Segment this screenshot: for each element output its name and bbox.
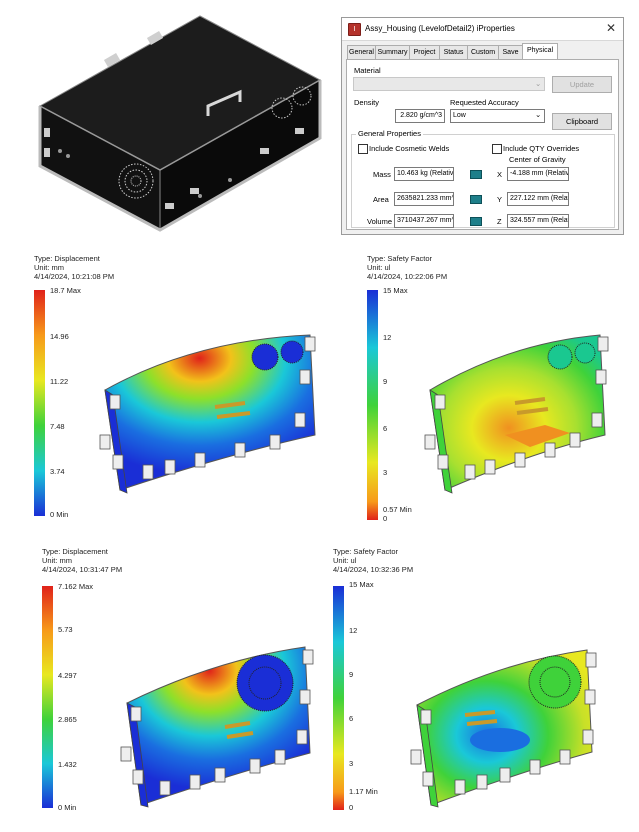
cosmetic-welds-checkbox[interactable] [358,144,368,154]
legend-tick: 0 Min [50,510,69,519]
legend-tick: 0 [349,803,354,812]
legend-tick: 7.48 [50,422,65,431]
result-type: Type: Safety Factor [367,254,433,263]
result-timestamp: 4/14/2024, 10:31:47 PM [42,565,123,574]
result-unit: Unit: mm [42,556,72,565]
iproperties-dialog: I Assy_Housing (LevelofDetail2) iPropert… [341,17,624,235]
cog-x-label: X [497,170,503,179]
area-label: Area [373,195,389,204]
legend-bar [367,290,378,520]
clipboard-button[interactable]: Clipboard [552,113,612,130]
close-icon[interactable]: ✕ [606,21,616,35]
cog-z-label: Z [497,217,502,226]
tab-physical[interactable]: Physical [522,43,558,60]
result-unit: Unit: ul [333,556,357,565]
tab-project[interactable]: Project [409,45,440,59]
legend-tick: 0.57 Min [383,505,412,514]
tab-general[interactable]: General [347,45,376,59]
legend-tick: 2.865 [58,715,77,724]
legend-tick: 0 [383,514,388,523]
legend-tick: 3 [383,468,388,477]
legend-tick: 0 Min [58,803,77,812]
result-unit: Unit: mm [34,263,64,272]
legend-tick: 1.432 [58,760,77,769]
cog-z-field[interactable]: 324.557 mm (Relati [507,214,569,228]
dialog-title-bar: I Assy_Housing (LevelofDetail2) iPropert… [342,18,623,41]
result-unit: Unit: ul [367,263,391,272]
legend-tick: 6 [383,424,388,433]
volume-copy-icon[interactable] [470,217,482,226]
material-select[interactable] [353,77,545,91]
update-button[interactable]: Update [552,76,612,93]
density-label: Density [354,98,380,107]
result-timestamp: 4/14/2024, 10:21:08 PM [34,272,115,281]
mass-field[interactable]: 10.463 kg (Relative [394,167,454,181]
volume-field[interactable]: 3710437.267 mm^ [394,214,454,228]
dialog-title: Assy_Housing (LevelofDetail2) iPropertie… [365,24,515,33]
fea-model-displacement-2 [120,646,314,808]
volume-label: Volume [367,217,393,226]
fea-model-displacement-1 [99,334,316,494]
legend-tick: 12 [349,626,358,635]
area-field[interactable]: 2635821.233 mm^ [394,192,454,206]
result-timestamp: 4/14/2024, 10:22:06 PM [367,272,448,281]
result-type: Type: Displacement [34,254,100,263]
inventor-i-icon: I [348,23,361,36]
accuracy-select[interactable]: Low [450,109,545,123]
legend-bar [34,290,45,516]
legend-tick: 1.17 Min [349,787,378,796]
cog-y-label: Y [497,195,503,204]
physical-panel: Material ⌄ Update Density Requested Accu… [346,59,619,230]
legend-tick: 18.7 Max [50,286,81,295]
legend-tick: 11.22 [50,377,69,386]
legend-bar [333,586,344,810]
result-timestamp: 4/14/2024, 10:32:36 PM [333,565,414,574]
fea-model-safety-1 [424,334,609,494]
tab-status[interactable]: Status [439,45,468,59]
legend-tick: 14.96 [50,332,69,341]
result-type: Type: Safety Factor [333,547,399,556]
legend-bar [42,586,53,808]
legend-tick: 15 Max [383,286,408,295]
fea-model-safety-2 [410,649,597,808]
tab-save[interactable]: Save [498,45,523,59]
cog-y-field[interactable]: 227.122 mm (Relati [507,192,569,206]
accuracy-chevron-icon: ⌄ [535,110,542,119]
legend-tick: 6 [349,714,354,723]
legend-tick: 3.74 [50,467,65,476]
legend-tick: 12 [383,333,392,342]
accuracy-label: Requested Accuracy [450,98,519,107]
tab-custom[interactable]: Custom [467,45,499,59]
legend-tick: 3 [349,759,354,768]
qty-overrides-label: Include QTY Overrides [503,144,580,153]
legend-tick: 9 [383,377,388,386]
cosmetic-welds-label: Include Cosmetic Welds [369,144,450,153]
center-of-gravity-label: Center of Gravity [509,155,566,164]
tab-summary[interactable]: Summary [375,45,410,59]
material-label: Material [354,66,381,75]
qty-overrides-checkbox[interactable] [492,144,502,154]
result-type: Type: Displacement [42,547,108,556]
legend-tick: 4.297 [58,671,77,680]
mass-label: Mass [373,170,391,179]
housing-3d-render [38,15,322,232]
area-copy-icon[interactable] [470,195,482,204]
general-properties-label: General Properties [356,129,423,138]
legend-tick: 15 Max [349,580,374,589]
mass-copy-icon[interactable] [470,170,482,179]
legend-tick: 9 [349,670,354,679]
density-field[interactable]: 2.820 g/cm^3 [395,109,445,123]
cog-x-field[interactable]: -4.188 mm (Relativ [507,167,569,181]
legend-tick: 5.73 [58,625,73,634]
legend-tick: 7.162 Max [58,582,94,591]
material-chevron-icon: ⌄ [535,79,542,88]
